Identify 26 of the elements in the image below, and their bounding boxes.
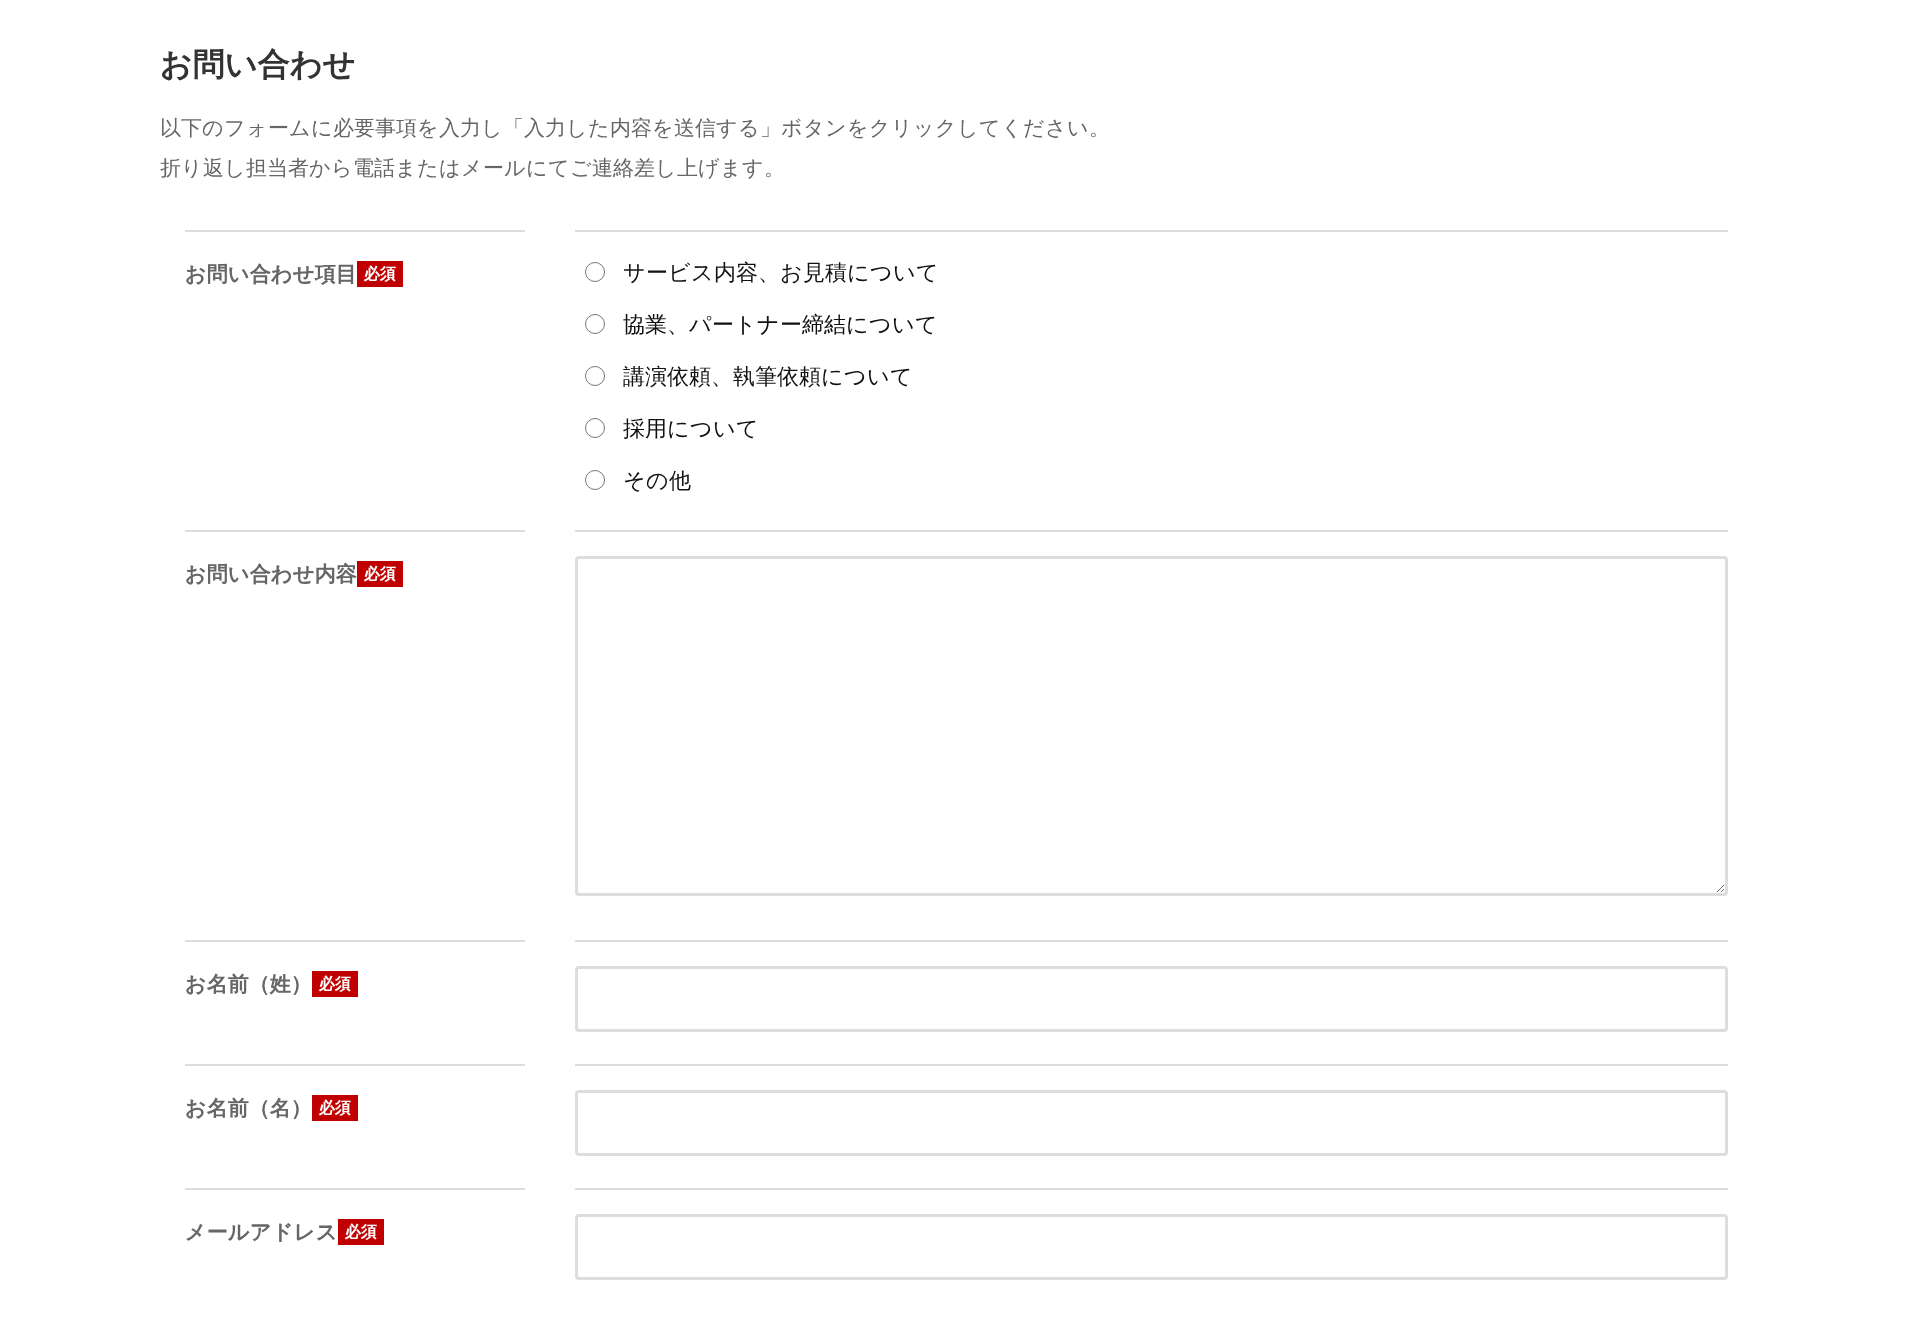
input-field[interactable] (575, 966, 1728, 1032)
description-text: 折り返し担当者から電話またはメールにてご連絡差し上げます。 (160, 155, 785, 181)
radio-label: 協業、パートナー締結について (623, 310, 938, 339)
description-text: 以下のフォームに必要事項を入力し「入力した内容を送信する」ボタンをクリックしてください。 (160, 115, 1110, 141)
required-badge: 必須 (312, 1095, 358, 1121)
radio-button[interactable] (585, 418, 605, 438)
radio-button[interactable] (585, 366, 605, 386)
field-label: お名前（名） (185, 1095, 312, 1121)
field-label: お名前（姓） (185, 971, 312, 997)
field-label: お問い合わせ内容 (185, 561, 357, 587)
required-badge: 必須 (338, 1219, 384, 1245)
radio-label: サービス内容、お見積について (623, 258, 939, 287)
required-badge: 必須 (357, 561, 403, 587)
radio-label: 採用について (623, 414, 759, 443)
radio-button[interactable] (585, 314, 605, 334)
page-title: お問い合わせ (160, 45, 356, 84)
radio-button[interactable] (585, 262, 605, 282)
required-badge: 必須 (312, 971, 358, 997)
input-field[interactable] (575, 1090, 1728, 1156)
radio-label: 講演依頼、執筆依頼について (623, 362, 913, 391)
radio-label: その他 (623, 466, 691, 495)
radio-button[interactable] (585, 470, 605, 490)
required-badge: 必須 (357, 261, 403, 287)
field-label: お問い合わせ項目 (185, 261, 357, 287)
input-field[interactable] (575, 1214, 1728, 1280)
field-label: メールアドレス (185, 1219, 338, 1245)
